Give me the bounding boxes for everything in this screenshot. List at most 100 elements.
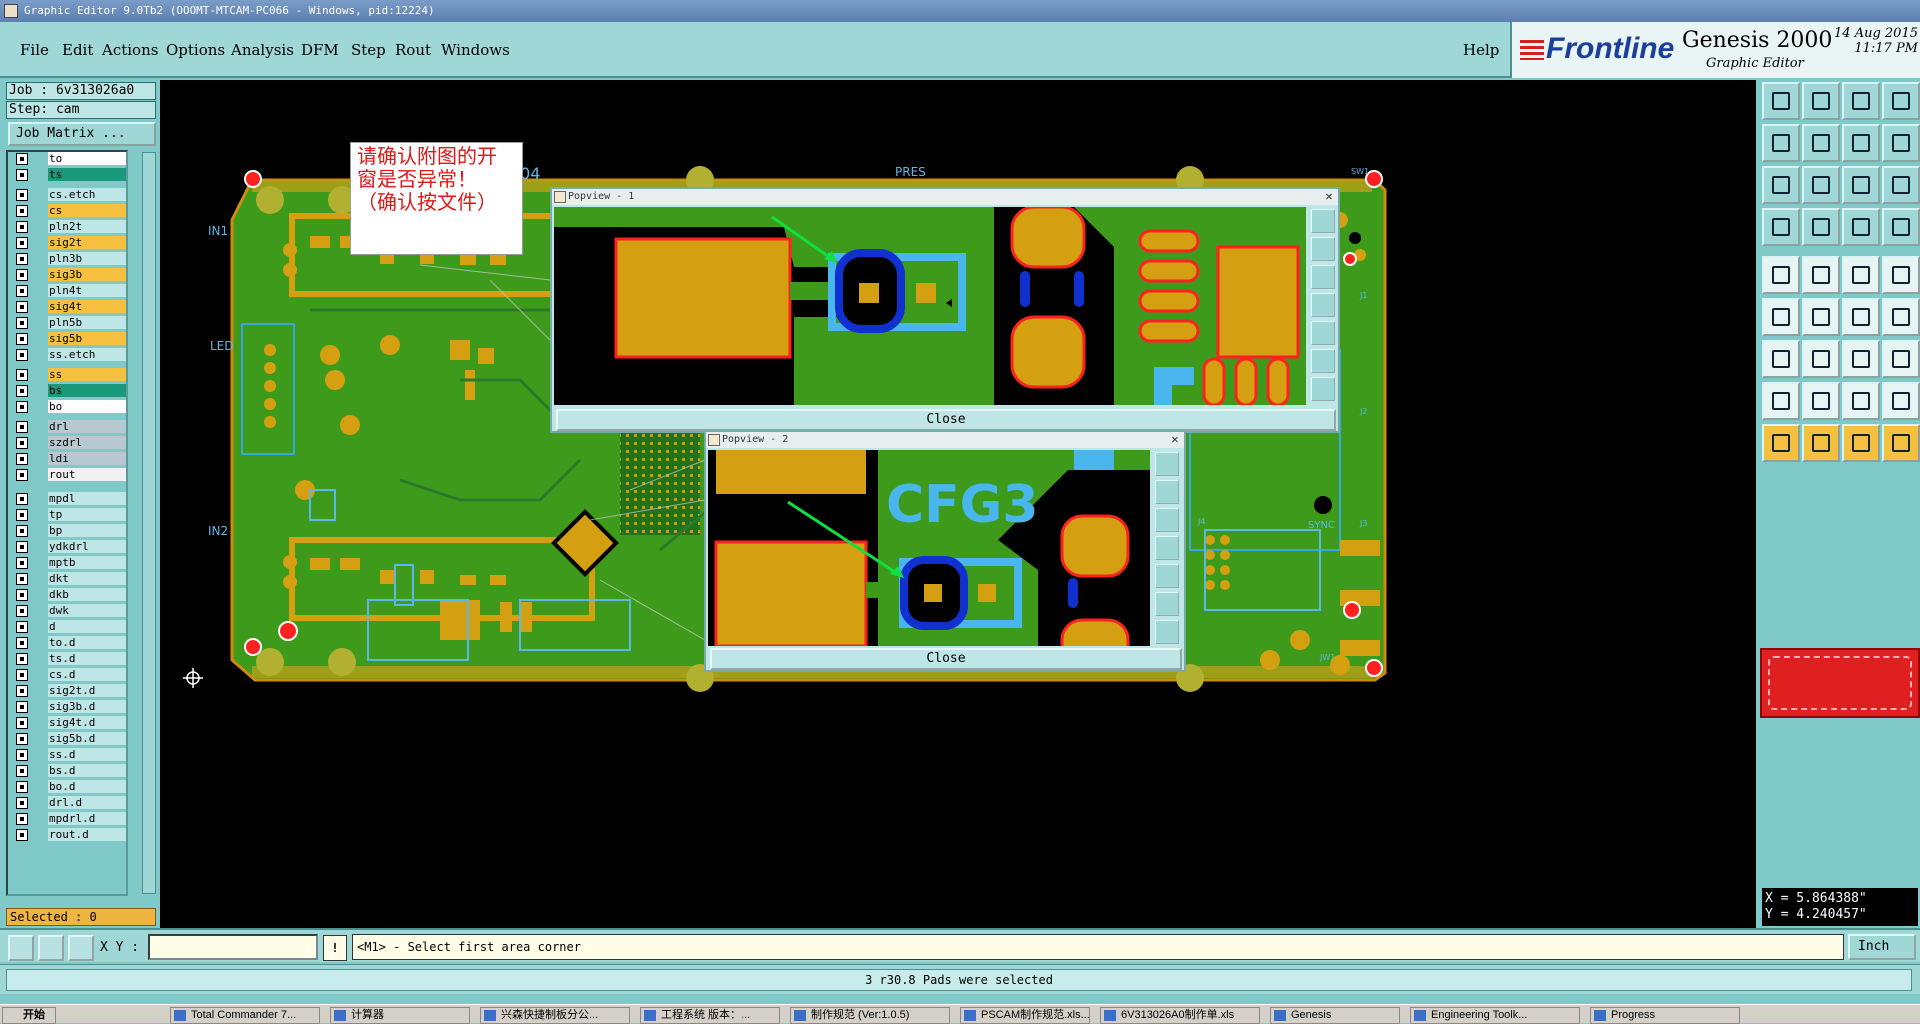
layer-row-to-d[interactable]: to.d (10, 636, 126, 650)
layer-name[interactable]: mptb (48, 556, 126, 569)
layer-row-ss[interactable]: ss (10, 368, 126, 382)
layer-checkbox[interactable] (16, 813, 28, 825)
layer-row-sig2t[interactable]: sig2t (10, 236, 126, 250)
menu-analysis[interactable]: Analysis (231, 41, 294, 59)
taskbar-item[interactable]: Genesis (1270, 1007, 1400, 1024)
layer-row-pln4t[interactable]: pln4t (10, 284, 126, 298)
layer-checkbox[interactable] (16, 453, 28, 465)
grid-icon[interactable] (68, 935, 94, 961)
undo-icon[interactable] (1842, 340, 1880, 378)
layer-name[interactable]: sig5b (48, 332, 126, 345)
layer-checkbox[interactable] (16, 653, 28, 665)
layer-name[interactable]: sig2t (48, 236, 126, 249)
move-right-icon[interactable] (1802, 124, 1840, 162)
link-icon[interactable] (1882, 298, 1920, 336)
layer-checkbox[interactable] (16, 269, 28, 281)
resize-icon[interactable] (1762, 166, 1800, 204)
zoom-out-icon[interactable] (1311, 237, 1335, 261)
taskbar-item[interactable]: Progress (1590, 1007, 1740, 1024)
layer-checkbox[interactable] (16, 153, 28, 165)
add-pad-icon[interactable] (1762, 256, 1800, 294)
layer-checkbox[interactable] (16, 317, 28, 329)
popview-1-close-button[interactable]: Close (556, 409, 1336, 431)
layer-name[interactable]: ts (48, 168, 126, 181)
layer-checkbox[interactable] (16, 349, 28, 361)
measure-icon[interactable] (1802, 382, 1840, 420)
arc-icon[interactable] (1842, 298, 1880, 336)
layer-list-scrollbar[interactable] (142, 152, 156, 894)
triangle-b-icon[interactable] (1842, 424, 1880, 462)
layer-name[interactable]: cs (48, 204, 126, 217)
layer-name[interactable]: pln2t (48, 220, 126, 233)
pan-right-icon[interactable] (1311, 321, 1335, 345)
layer-row-sig4t-d[interactable]: sig4t.d (10, 716, 126, 730)
layer-row-sig3b[interactable]: sig3b (10, 268, 126, 282)
layer-row-sig2t-d[interactable]: sig2t.d (10, 684, 126, 698)
layer-row-pln3b[interactable]: pln3b (10, 252, 126, 266)
layer-checkbox[interactable] (16, 717, 28, 729)
node-icon[interactable] (1762, 298, 1800, 336)
layer-name[interactable]: ss (48, 368, 126, 381)
layer-row-mpdrl-d[interactable]: mpdrl.d (10, 812, 126, 826)
layer-checkbox[interactable] (16, 221, 28, 233)
layer-checkbox[interactable] (16, 765, 28, 777)
layer-checkbox[interactable] (16, 509, 28, 521)
layer-checkbox[interactable] (16, 189, 28, 201)
layer-checkbox[interactable] (16, 589, 28, 601)
triangle-a-icon[interactable] (1802, 424, 1840, 462)
layer-name[interactable]: sig4t (48, 300, 126, 313)
layer-checkbox[interactable] (16, 385, 28, 397)
cross-icon[interactable] (1802, 298, 1840, 336)
layer-row-bo[interactable]: bo (10, 400, 126, 414)
zoom-in-icon[interactable] (1311, 209, 1335, 233)
taskbar-item[interactable]: 计算器 (330, 1007, 470, 1024)
layer-row-d[interactable]: d (10, 620, 126, 634)
taskbar-item[interactable]: 兴森快捷制板分公... (480, 1007, 630, 1024)
layer-row-bo-d[interactable]: bo.d (10, 780, 126, 794)
layer-checkbox[interactable] (16, 701, 28, 713)
move-left-icon[interactable] (1762, 124, 1800, 162)
surface-icon[interactable] (1842, 256, 1880, 294)
fit-icon[interactable] (1155, 592, 1179, 616)
layer-name[interactable]: dkt (48, 572, 126, 585)
help-icon[interactable] (1882, 166, 1920, 204)
layer-checkbox[interactable] (16, 541, 28, 553)
layer-name[interactable]: ldi (48, 452, 126, 465)
layer-row-ss-etch[interactable]: ss.etch (10, 348, 126, 362)
layer-name[interactable]: tp (48, 508, 126, 521)
layer-row-cs[interactable]: cs (10, 204, 126, 218)
layer-name[interactable]: bo (48, 400, 126, 413)
grid-icon[interactable] (1802, 208, 1840, 246)
layer-name[interactable]: drl (48, 420, 126, 433)
start-button[interactable]: 开始 (2, 1007, 56, 1024)
layer-checkbox[interactable] (16, 749, 28, 761)
alert-button[interactable]: ! (323, 935, 347, 961)
layer-row-to[interactable]: to (10, 152, 126, 166)
layer-name[interactable]: rout (48, 468, 126, 481)
job-matrix-button[interactable]: Job Matrix ... (8, 122, 156, 146)
menu-edit[interactable]: Edit (62, 41, 93, 59)
center-icon[interactable] (1311, 377, 1335, 401)
layer-name[interactable]: sig3b (48, 268, 126, 281)
zoom-home-icon[interactable] (1155, 508, 1179, 532)
menu-rout[interactable]: Rout (395, 41, 431, 59)
layer-name[interactable]: dwk (48, 604, 126, 617)
layer-checkbox[interactable] (16, 733, 28, 745)
layer-name[interactable]: dkb (48, 588, 126, 601)
layer-name[interactable]: sig3b.d (48, 700, 126, 713)
pan-left-icon[interactable] (1155, 536, 1179, 560)
layer-name[interactable]: sig4t.d (48, 716, 126, 729)
measure-icon[interactable] (38, 935, 64, 961)
layer-name[interactable]: bp (48, 524, 126, 537)
select-mode-icon[interactable] (8, 935, 34, 961)
layer-checkbox[interactable] (16, 205, 28, 217)
layer-name[interactable]: cs.d (48, 668, 126, 681)
menu-step[interactable]: Step (351, 41, 386, 59)
xy-input[interactable] (148, 934, 318, 960)
taskbar-item[interactable]: Total Commander 7... (170, 1007, 320, 1024)
layer-name[interactable]: ydkdrl (48, 540, 126, 553)
layer-checkbox[interactable] (16, 401, 28, 413)
window-icon[interactable] (1882, 82, 1920, 120)
popview-2-close-button[interactable]: Close (710, 648, 1182, 670)
triangle-icon[interactable] (1762, 424, 1800, 462)
